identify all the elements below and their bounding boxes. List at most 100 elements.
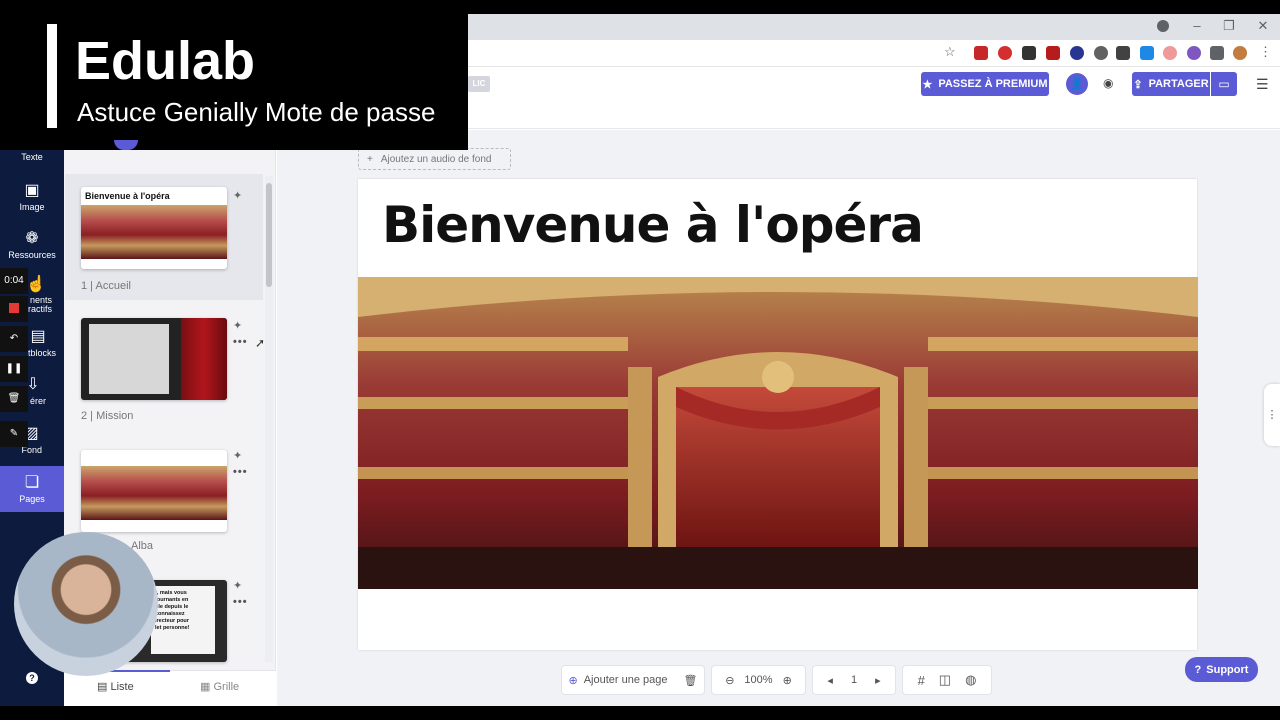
tab-grid-label: Grille: [213, 681, 240, 693]
extension-icon[interactable]: [1187, 46, 1201, 60]
tool-image[interactable]: ▣ Image: [0, 182, 64, 212]
premium-button[interactable]: ★ PASSEZ À PREMIUM: [921, 72, 1049, 96]
magic-wand-icon[interactable]: ✦: [233, 189, 242, 202]
puzzle-icon[interactable]: [1210, 46, 1224, 60]
list-icon: ▤: [97, 681, 108, 693]
preview-eye-icon[interactable]: ◉: [1103, 76, 1113, 90]
extension-icon[interactable]: [1163, 46, 1177, 60]
restore-icon[interactable]: ❐: [1214, 16, 1244, 36]
more-options-icon[interactable]: •••: [233, 336, 248, 348]
view-tabs: [64, 670, 276, 706]
support-label: Support: [1206, 663, 1249, 676]
webcam-feed: [14, 532, 158, 676]
tool-insert-label: érer: [29, 396, 46, 406]
page-thumb-2[interactable]: [81, 318, 227, 400]
add-user-icon[interactable]: 👤: [1066, 73, 1088, 95]
tool-image-label: Image: [19, 202, 45, 212]
extension-icon[interactable]: [974, 46, 988, 60]
extension-icon[interactable]: [1070, 46, 1084, 60]
page-number: 1: [850, 674, 858, 686]
page-label-2: 2 | Mission: [81, 410, 134, 422]
extension-icon[interactable]: [998, 46, 1012, 60]
extension-icon[interactable]: [1140, 46, 1154, 60]
audio-label: Ajoutez un audio de fond: [380, 153, 492, 165]
opera-illustration: [358, 277, 1198, 589]
grid-icon: ▦: [200, 681, 211, 693]
undo-button[interactable]: ↶: [0, 326, 28, 352]
opera-image[interactable]: [358, 277, 1198, 589]
slide-title[interactable]: Bienvenue à l'opéra: [382, 196, 924, 254]
more-vert-icon[interactable]: ⋮: [1259, 44, 1272, 60]
page-num: 1: [81, 280, 88, 292]
help-icon[interactable]: ?: [26, 672, 38, 684]
draw-button[interactable]: ✎: [0, 421, 28, 447]
close-icon[interactable]: ✕: [1248, 16, 1278, 36]
help-circle-icon: ?: [1194, 663, 1202, 676]
magic-wand-icon[interactable]: ✦: [233, 319, 242, 332]
tab-list-label: Liste: [110, 681, 134, 693]
magic-wand-icon[interactable]: ✦: [233, 579, 242, 592]
prev-page-icon[interactable]: ◂: [827, 674, 833, 687]
undo-icon: ↶: [9, 333, 19, 344]
recorder-time: 0:04: [0, 268, 28, 294]
zoom-in-icon[interactable]: ⊕: [783, 674, 792, 687]
add-circle-icon[interactable]: ⊕: [569, 674, 578, 687]
grid-guides-icon[interactable]: #: [918, 673, 925, 688]
extension-icon[interactable]: [1116, 46, 1130, 60]
menu-icon[interactable]: ☰: [1256, 76, 1269, 93]
tool-text[interactable]: Texte: [0, 152, 64, 162]
plus-icon: +: [367, 153, 373, 165]
add-page-button[interactable]: Ajouter une page: [584, 674, 668, 686]
more-options-icon[interactable]: •••: [233, 596, 248, 608]
page-navigator: ◂ 1 ▸: [812, 665, 896, 695]
pages-icon: ❏: [24, 474, 40, 491]
tab-list[interactable]: ▤ Liste: [97, 680, 134, 693]
share-button[interactable]: ⇪ PARTAGER: [1132, 72, 1210, 96]
page-thumb-1[interactable]: Bienvenue à l'opéra: [81, 187, 227, 269]
page-label-1: 1 | Accueil: [81, 280, 131, 292]
image-icon: ▣: [24, 182, 40, 199]
add-audio-button[interactable]: + Ajoutez un audio de fond: [358, 148, 511, 170]
bookmark-star-icon[interactable]: ☆: [944, 44, 956, 60]
page-num: 2: [81, 410, 88, 422]
present-button[interactable]: ▭: [1211, 72, 1237, 96]
delete-recording-button[interactable]: 🗑: [0, 386, 28, 412]
page-thumb-3[interactable]: [81, 450, 227, 532]
pdf-extension-icon[interactable]: [1046, 46, 1060, 60]
tool-pages[interactable]: ❏ Pages: [0, 466, 64, 512]
page-name: Accueil: [95, 280, 131, 292]
split-view-icon[interactable]: ◫: [939, 672, 951, 688]
star-icon: ★: [922, 78, 933, 91]
next-page-icon[interactable]: ▸: [875, 674, 881, 687]
more-vert-icon: ⋮: [1266, 409, 1278, 421]
delete-page-icon[interactable]: 🗑: [684, 674, 698, 687]
extension-icon[interactable]: [1094, 46, 1108, 60]
tab-grid[interactable]: ▦ Grille: [200, 680, 239, 693]
tool-resources[interactable]: ❁ Ressources: [0, 230, 64, 260]
profile-dropdown-icon[interactable]: [1157, 20, 1169, 32]
zoom-out-icon[interactable]: ⊖: [725, 674, 734, 687]
minimize-icon[interactable]: –: [1182, 16, 1212, 36]
overlay-subtitle: Astuce Genially Mote de passe: [77, 97, 436, 127]
cursor-icon: ➚: [255, 336, 266, 350]
avatar[interactable]: [1233, 46, 1247, 60]
page-name: Mission: [96, 410, 134, 422]
palette-icon[interactable]: ◍: [965, 672, 976, 688]
thumb-title: Bienvenue à l'opéra: [85, 191, 170, 201]
stop-icon: [9, 303, 19, 314]
view-tools: # ◫ ◍: [902, 665, 992, 695]
tool-resources-label: Ressources: [8, 250, 56, 260]
pause-button[interactable]: ❚❚: [0, 356, 28, 382]
letterbox-bottom: [0, 706, 1280, 720]
record-stop-button[interactable]: [0, 296, 28, 322]
more-options-icon[interactable]: •••: [233, 466, 248, 478]
magic-wand-icon[interactable]: ✦: [233, 449, 242, 462]
pause-icon: ❚❚: [5, 363, 23, 374]
thumb-image: [81, 205, 227, 259]
qr-extension-icon[interactable]: [1022, 46, 1036, 60]
side-panel-handle[interactable]: ⋮: [1264, 384, 1280, 446]
support-button[interactable]: ? Support: [1185, 657, 1258, 682]
scrollbar-thumb[interactable]: [266, 183, 272, 287]
thumb-text-box: [89, 324, 169, 394]
letterbox-top: [0, 0, 1280, 14]
